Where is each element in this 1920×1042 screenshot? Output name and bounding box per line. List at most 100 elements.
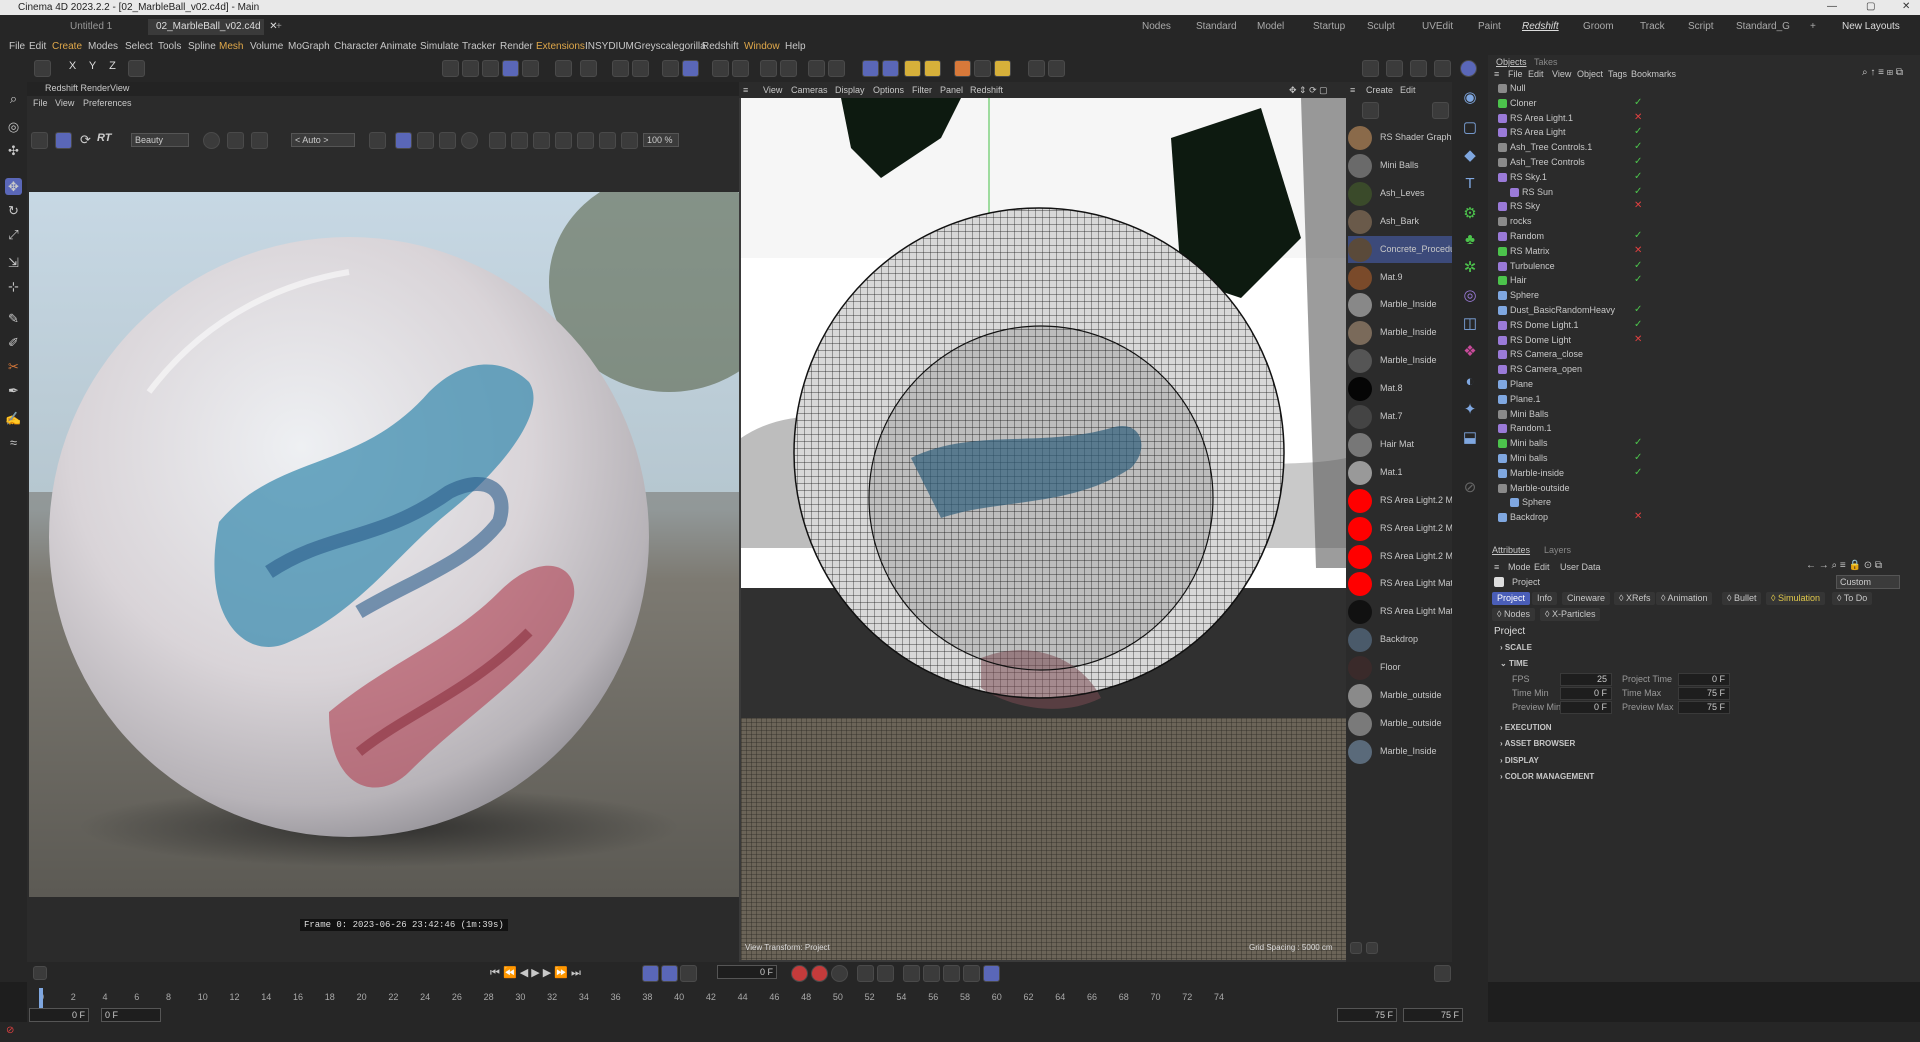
clapboard-icon[interactable] bbox=[1362, 60, 1379, 77]
obj-menu-view[interactable]: View bbox=[1552, 69, 1571, 79]
object-row[interactable]: Backdrop ✕ bbox=[1488, 510, 1920, 525]
section-display[interactable]: › DISPLAY bbox=[1500, 756, 1539, 765]
time-max-field[interactable]: 75 F bbox=[1678, 687, 1730, 700]
signal-icon[interactable] bbox=[954, 60, 971, 77]
attr-btn-project[interactable]: Project bbox=[1492, 592, 1531, 605]
smooth-icon[interactable]: ≈ bbox=[5, 434, 22, 451]
snap-icon[interactable] bbox=[632, 60, 649, 77]
rotate-icon[interactable]: ↻ bbox=[5, 202, 22, 219]
menu-edit[interactable]: Edit bbox=[29, 41, 46, 52]
attr-menu-icon[interactable]: ≡ bbox=[1494, 562, 1499, 572]
material-item[interactable]: Concrete_Procedural bbox=[1348, 235, 1452, 263]
layout-track[interactable]: Track bbox=[1640, 21, 1665, 32]
paint-icon[interactable]: ✐ bbox=[5, 334, 22, 351]
mat-menu-edit[interactable]: Edit bbox=[1400, 85, 1416, 95]
knife-icon[interactable]: ✂ bbox=[5, 358, 22, 375]
enabled-check-icon[interactable]: ✓ bbox=[1634, 141, 1642, 152]
mat-menu-icon[interactable]: ≡ bbox=[1350, 85, 1355, 95]
start-frame-b[interactable]: 0 F bbox=[101, 1008, 161, 1022]
maximize-icon[interactable]: ▢ bbox=[1866, 1, 1875, 12]
attr-preset-select[interactable]: Custom bbox=[1836, 575, 1900, 589]
object-row[interactable]: RS Dome Light ✕ bbox=[1488, 333, 1920, 348]
mat-grid-view-icon[interactable] bbox=[1366, 942, 1378, 954]
material-item[interactable]: RS Area Light.2 Mat bbox=[1348, 543, 1452, 570]
viewport-nav-icon[interactable]: ✥ ⇕ ⟳ ▢ bbox=[1289, 85, 1328, 96]
end-frame-b[interactable]: 75 F bbox=[1403, 1008, 1463, 1022]
object-row[interactable]: Null bbox=[1488, 81, 1920, 96]
material-item[interactable]: Mat.1 bbox=[1348, 459, 1452, 486]
layout-uvedit[interactable]: UVEdit bbox=[1422, 21, 1453, 32]
axis-tool-icon[interactable]: ⊹ bbox=[5, 278, 22, 295]
brush-icon[interactable]: ✎ bbox=[5, 310, 22, 327]
timeline-ruler[interactable]: 0246810121416182022242628303234363840424… bbox=[27, 962, 1488, 1007]
mat-menu-create[interactable]: Create bbox=[1366, 85, 1393, 95]
rs-renderview-icon[interactable] bbox=[882, 60, 899, 77]
section-scale[interactable]: › SCALE bbox=[1500, 643, 1532, 652]
save-incremental-icon[interactable] bbox=[1434, 60, 1451, 77]
texture-mode-icon[interactable] bbox=[580, 60, 597, 77]
doc-tab-untitled[interactable]: Untitled 1 bbox=[62, 19, 120, 35]
render-settings-icon[interactable] bbox=[760, 60, 777, 77]
start-frame-a[interactable]: 0 F bbox=[29, 1008, 89, 1022]
enabled-check-icon[interactable]: ✓ bbox=[1634, 126, 1642, 137]
uv-mode-icon[interactable] bbox=[522, 60, 539, 77]
rv-menu-file[interactable]: File bbox=[33, 98, 48, 108]
enabled-check-icon[interactable]: ✓ bbox=[1634, 274, 1642, 285]
close-icon[interactable]: ✕ bbox=[1902, 1, 1910, 12]
workplane-icon[interactable] bbox=[682, 60, 699, 77]
material-item[interactable]: Ash_Leves bbox=[1348, 180, 1452, 207]
object-row[interactable]: rocks bbox=[1488, 214, 1920, 229]
locking-icon[interactable] bbox=[612, 60, 629, 77]
axis-mode-icon[interactable] bbox=[555, 60, 572, 77]
render-image[interactable] bbox=[29, 192, 739, 897]
export-icon[interactable] bbox=[1048, 60, 1065, 77]
attr-menu-edit[interactable]: Edit bbox=[1534, 562, 1550, 572]
object-row[interactable]: Plane bbox=[1488, 377, 1920, 392]
layout-groom[interactable]: Groom bbox=[1583, 21, 1614, 32]
layout-model[interactable]: Model bbox=[1257, 21, 1284, 32]
rv-menu-preferences[interactable]: Preferences bbox=[83, 98, 132, 108]
attr-btn-cineware[interactable]: Cineware bbox=[1562, 592, 1611, 605]
attr-btn-simulation[interactable]: ◊ Simulation bbox=[1766, 592, 1825, 605]
viewport-canvas[interactable]: View Transform: Project Grid Spacing : 5… bbox=[741, 98, 1346, 960]
material-item[interactable]: RS Area Light.2 Mat bbox=[1348, 515, 1452, 542]
enabled-check-icon[interactable]: ✓ bbox=[1634, 230, 1642, 241]
rs-ipr-icon[interactable] bbox=[862, 60, 879, 77]
new-layouts-button[interactable]: New Layouts bbox=[1842, 21, 1900, 32]
obj-menu-tags[interactable]: Tags bbox=[1608, 69, 1627, 79]
fps-field[interactable]: 25 bbox=[1560, 673, 1612, 686]
material-item[interactable]: Mat.7 bbox=[1348, 403, 1452, 430]
layout-nodes[interactable]: Nodes bbox=[1142, 21, 1171, 32]
menu-character[interactable]: Character bbox=[334, 41, 378, 52]
attr-btn-xrefs[interactable]: ◊ XRefs bbox=[1614, 592, 1656, 605]
rv-refresh-icon[interactable]: ⟳ bbox=[77, 132, 94, 149]
attr-btn-info[interactable]: Info bbox=[1532, 592, 1558, 605]
obj-menu-edit[interactable]: Edit bbox=[1528, 69, 1544, 79]
polygons-mode-icon[interactable] bbox=[502, 60, 519, 77]
material-item[interactable]: Floor bbox=[1348, 654, 1452, 681]
material-item[interactable]: Ash_Bark bbox=[1348, 208, 1452, 235]
material-item[interactable]: RS Area Light Mater bbox=[1348, 570, 1452, 597]
attr-btn-xparticles[interactable]: ◊ X-Particles bbox=[1540, 608, 1601, 621]
menu-mesh[interactable]: Mesh bbox=[219, 41, 243, 52]
menu-redshift[interactable]: Redshift bbox=[702, 41, 739, 52]
save-icon[interactable] bbox=[1410, 60, 1427, 77]
transform-icon[interactable]: ⇲ bbox=[5, 254, 22, 271]
object-row[interactable]: Hair ✓ bbox=[1488, 273, 1920, 288]
end-frame-a[interactable]: 75 F bbox=[1337, 1008, 1397, 1022]
menu-select[interactable]: Select bbox=[125, 41, 153, 52]
object-row[interactable]: Mini balls ✓ bbox=[1488, 436, 1920, 451]
clapboard-settings-icon[interactable] bbox=[1386, 60, 1403, 77]
layout-script[interactable]: Script bbox=[1688, 21, 1714, 32]
enabled-check-icon[interactable]: ✓ bbox=[1634, 319, 1642, 330]
mograph-icon[interactable]: ♣ bbox=[1460, 230, 1480, 250]
object-row[interactable]: Ash_Tree Controls.1 ✓ bbox=[1488, 140, 1920, 155]
enabled-check-icon[interactable]: ✓ bbox=[1634, 97, 1642, 108]
section-color-management[interactable]: › COLOR MANAGEMENT bbox=[1500, 772, 1594, 781]
attr-btn-animation[interactable]: ◊ Animation bbox=[1656, 592, 1713, 605]
axis-z-button[interactable]: Z bbox=[104, 60, 121, 77]
object-row[interactable]: RS Matrix ✕ bbox=[1488, 244, 1920, 259]
object-row[interactable]: Cloner ✓ bbox=[1488, 96, 1920, 111]
object-row[interactable]: Random ✓ bbox=[1488, 229, 1920, 244]
obj-menu-file[interactable]: File bbox=[1508, 69, 1523, 79]
